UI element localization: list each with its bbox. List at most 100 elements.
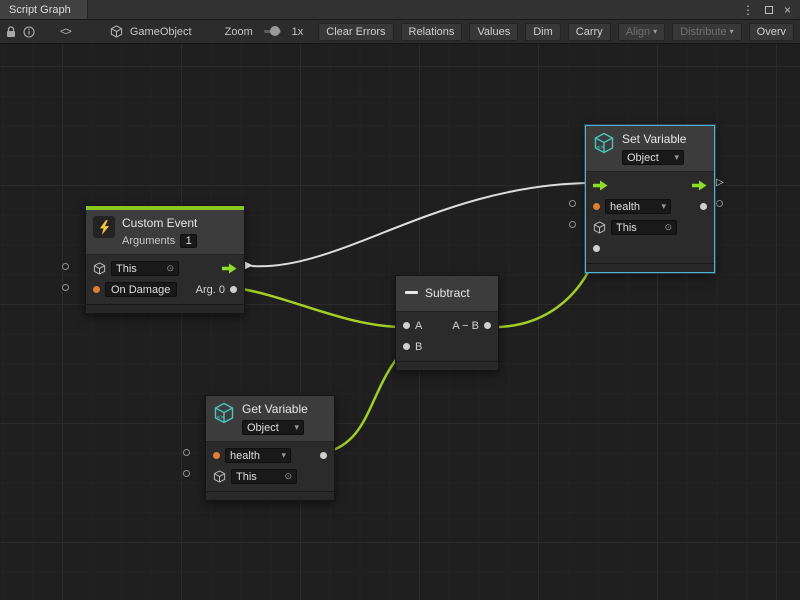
outer-port-circle[interactable] [62, 284, 69, 291]
wire-subtract-to-setvariable-value [488, 247, 599, 327]
titlebar: Script Graph ⋮ × [0, 0, 800, 20]
tab-title: Script Graph [9, 4, 71, 16]
carry-button[interactable]: Carry [568, 23, 611, 41]
variable-kind-dropdown[interactable]: Object ▾ [622, 150, 684, 165]
cube-icon [93, 262, 106, 275]
value-input-port[interactable] [593, 245, 600, 252]
custom-event-header[interactable]: Custom Event Arguments 1 [86, 210, 244, 255]
wire-flow-customevent-setvariable [252, 183, 594, 266]
set-variable-header-text: Set Variable Object ▾ [622, 132, 686, 165]
outer-port-circle[interactable] [62, 263, 69, 270]
cube-icon [213, 470, 226, 483]
node-title: Get Variable [242, 402, 308, 417]
window-close-icon[interactable]: × [784, 4, 791, 16]
dim-button[interactable]: Dim [525, 23, 561, 41]
flow-output-port[interactable] [222, 263, 237, 274]
get-variable-header-text: Get Variable Object ▾ [242, 402, 308, 435]
custom-event-header-text: Custom Event Arguments 1 [122, 216, 197, 248]
window-menu-icon[interactable]: ⋮ [742, 4, 754, 16]
align-button[interactable]: Align ▾ [618, 23, 665, 41]
clear-errors-button[interactable]: Clear Errors [318, 23, 393, 41]
target-object-picker[interactable]: This ⊙ [231, 469, 297, 484]
name-value-port[interactable] [593, 203, 600, 210]
outer-port-circle[interactable] [569, 200, 576, 207]
subtract-header[interactable]: Subtract [396, 276, 498, 312]
node-subtract[interactable]: Subtract A A − B B [395, 275, 499, 371]
node-title: Custom Event [122, 216, 197, 231]
port-row-a: A A − B [396, 315, 498, 336]
variable-cube-icon: <> [593, 132, 615, 154]
graph-canvas[interactable]: ▶ ▷ Custom Event Arguments 1 [0, 44, 800, 600]
outer-port-circle[interactable] [569, 221, 576, 228]
flow-triangle-icon: ▷ [716, 178, 724, 188]
gameobject-label[interactable]: GameObject [130, 26, 192, 38]
values-button[interactable]: Values [469, 23, 518, 41]
zoom-slider[interactable] [264, 30, 281, 33]
chevron-down-icon: ▾ [674, 153, 679, 162]
output-port[interactable] [484, 322, 491, 329]
port-row-target: This ⊙ [586, 217, 714, 238]
node-footer [206, 491, 334, 500]
node-custom-event[interactable]: Custom Event Arguments 1 This ⊙ [85, 205, 245, 314]
target-picker-icon[interactable]: ⊙ [664, 223, 672, 232]
node-get-variable[interactable]: <> Get Variable Object ▾ health ▾ [205, 395, 335, 501]
tab-script-graph[interactable]: Script Graph [0, 0, 88, 19]
port-row-event: On Damage Arg. 0 [86, 279, 244, 300]
relations-button[interactable]: Relations [401, 23, 463, 41]
output-label: A − B [452, 320, 479, 332]
value-output-port[interactable] [320, 452, 327, 459]
subtract-body: A A − B B [396, 312, 498, 359]
flow-output-port[interactable] [692, 180, 707, 191]
set-variable-header[interactable]: <> Set Variable Object ▾ [586, 126, 714, 172]
zoom-label: Zoom [225, 26, 253, 38]
node-set-variable[interactable]: <> Set Variable Object ▾ [585, 125, 715, 273]
target-object-picker[interactable]: This ⊙ [611, 220, 677, 235]
variable-name-dropdown[interactable]: health ▾ [605, 199, 671, 214]
node-footer [586, 263, 714, 272]
node-footer [396, 361, 498, 370]
target-object-picker[interactable]: This ⊙ [111, 261, 179, 276]
chevron-down-icon: ▾ [281, 451, 286, 460]
target-picker-icon[interactable]: ⊙ [166, 264, 174, 273]
lock-icon[interactable] [6, 26, 16, 38]
port-row-name: health ▾ [586, 196, 714, 217]
get-variable-header[interactable]: <> Get Variable Object ▾ [206, 396, 334, 442]
input-label-b: B [415, 341, 422, 353]
value-output-port[interactable] [700, 203, 707, 210]
wire-getvariable-to-subtract-b [324, 350, 404, 453]
variable-name-dropdown[interactable]: health ▾ [225, 448, 291, 463]
input-port-b[interactable] [403, 343, 410, 350]
arg0-output-port[interactable] [230, 286, 237, 293]
gameobject-icon [110, 25, 123, 38]
overview-button[interactable]: Overv [749, 23, 794, 41]
variable-kind-dropdown[interactable]: Object ▾ [242, 420, 304, 435]
port-row-target: This ⊙ [206, 466, 334, 487]
outer-port-circle[interactable] [183, 449, 190, 456]
info-icon[interactable] [23, 26, 35, 38]
event-name-field[interactable]: On Damage [105, 282, 177, 297]
outer-port-circle[interactable] [183, 470, 190, 477]
zoom-value: 1x [292, 26, 304, 38]
minus-icon [405, 291, 418, 294]
port-row-value-input [586, 238, 714, 259]
name-value-port[interactable] [213, 452, 220, 459]
arg0-label: Arg. 0 [196, 284, 225, 296]
port-row-target: This ⊙ [86, 258, 244, 279]
get-variable-body: health ▾ This ⊙ [206, 442, 334, 489]
distribute-button[interactable]: Distribute ▾ [672, 23, 741, 41]
node-title: Subtract [425, 286, 470, 301]
zoom-slider-handle[interactable] [270, 26, 280, 36]
set-variable-body: health ▾ This ⊙ [586, 172, 714, 261]
window-maximize-icon[interactable] [765, 4, 773, 16]
event-value-port[interactable] [93, 286, 100, 293]
chevron-down-icon: ▾ [661, 202, 666, 211]
graph-toolbar: <> GameObject Zoom 1x Clear Errors Relat… [0, 20, 800, 44]
outer-port-circle[interactable] [716, 200, 723, 207]
node-footer [86, 304, 244, 313]
target-picker-icon[interactable]: ⊙ [284, 472, 292, 481]
port-row-b: B [396, 336, 498, 357]
arguments-input[interactable]: 1 [180, 234, 197, 248]
input-port-a[interactable] [403, 322, 410, 329]
code-view-icon[interactable]: <> [60, 26, 71, 38]
flow-input-port[interactable] [593, 180, 608, 191]
